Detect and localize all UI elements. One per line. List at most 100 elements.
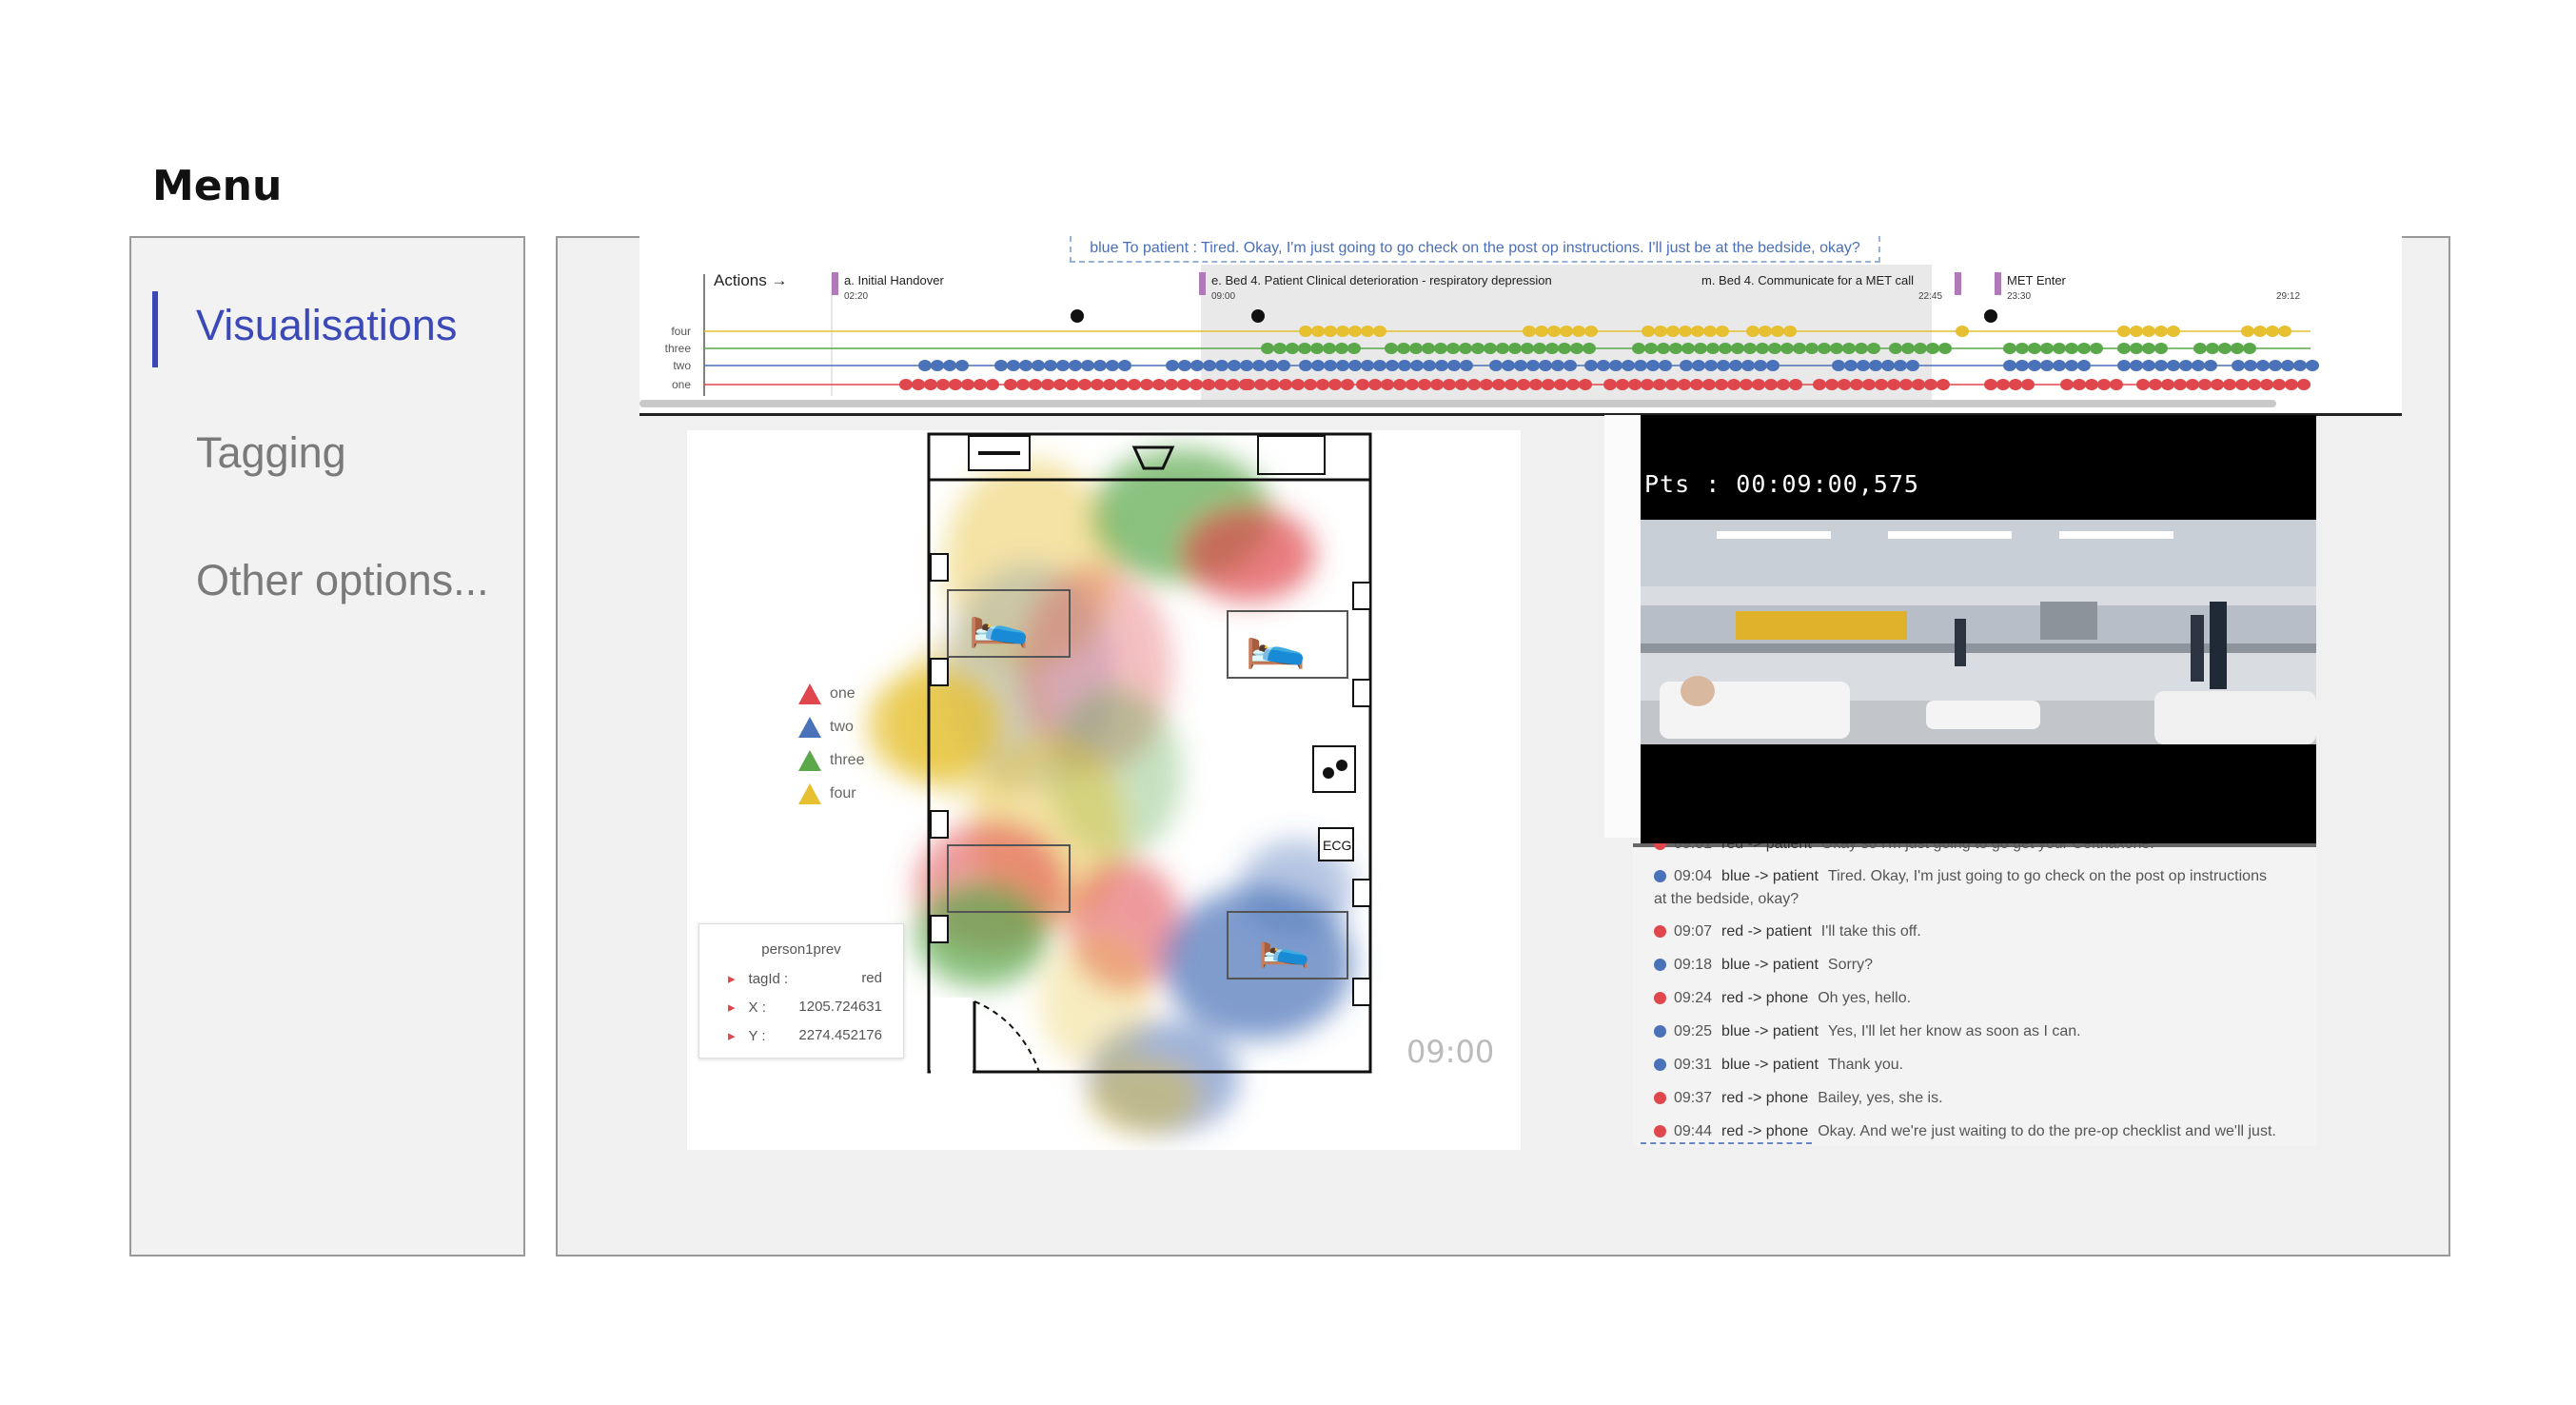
timeline-dot-three	[1706, 343, 1720, 354]
timeline-dot-one	[2073, 379, 2086, 390]
timeline-dot-three	[1570, 343, 1583, 354]
timeline-dot-one	[1517, 379, 1530, 390]
timeline-dot-one	[1752, 379, 1765, 390]
row-label-one: one	[672, 378, 691, 391]
timeline-dot-one	[1838, 379, 1851, 390]
timeline-dot-three	[1323, 343, 1336, 354]
timeline-dot-one	[2173, 379, 2187, 390]
nav-other-options[interactable]: Other options...	[196, 556, 489, 605]
timeline-dot-one	[1628, 379, 1642, 390]
timeline-dot-one	[1467, 379, 1481, 390]
timeline-dot-three	[1938, 343, 1952, 354]
timeline-dot-three	[1521, 343, 1534, 354]
timeline-dot-one	[949, 379, 962, 390]
conversation-log[interactable]: 09:01 red -> patient Okay so I'm just goin…	[1633, 843, 2316, 1146]
timeline-dot-two	[2256, 360, 2270, 371]
timeline-dot-one	[2211, 379, 2224, 390]
timeline-dot-three	[1347, 343, 1361, 354]
timeline-scrollbar[interactable]	[639, 400, 2276, 407]
speaker-dot	[1654, 870, 1666, 883]
timeline-dot-three	[2218, 343, 2232, 354]
timeline-dot-two	[1766, 360, 1780, 371]
timeline-dot-three	[2142, 343, 2155, 354]
timeline-dot-one	[1152, 379, 1166, 390]
timeline-dot-four	[2253, 326, 2267, 337]
event-time: 29:12	[2276, 291, 2300, 302]
timeline-dot-two	[1634, 360, 1647, 371]
event-marker	[832, 272, 838, 295]
log-row: 09:25 blue -> patient Yes, I'll let her kn…	[1654, 1023, 2081, 1040]
tooltip-key: Y :	[748, 1028, 766, 1044]
timeline-dot-four	[2117, 326, 2131, 337]
timeline-dot-one	[1912, 379, 1925, 390]
timeline-dot-two	[1386, 360, 1399, 371]
timeline-dot-two	[1489, 360, 1503, 371]
timeline-dot-one	[1850, 379, 1863, 390]
event-label: MET Enter	[2007, 273, 2067, 287]
speaker-dot	[1654, 1025, 1666, 1039]
timeline-dot-one	[1641, 379, 1654, 390]
speaker-dot	[1654, 959, 1666, 972]
timeline-dot-three	[1743, 343, 1757, 354]
timeline-dot-one	[1566, 379, 1580, 390]
timeline-dot-two	[2281, 360, 2294, 371]
timeline-dot-two	[2179, 360, 2193, 371]
timeline-dot-three	[2130, 343, 2143, 354]
timeline-dot-three	[1422, 343, 1435, 354]
timeline-dot-four	[1373, 326, 1386, 337]
timeline-dot-four	[2241, 326, 2254, 337]
speaker-dot	[1654, 843, 1666, 851]
timeline-dot-two	[1680, 360, 1693, 371]
timeline-dot-two	[1265, 360, 1278, 371]
nav-tagging[interactable]: Tagging	[196, 428, 346, 478]
timeline-dot-one	[1616, 379, 1629, 390]
patient-icon: 🛌	[1258, 922, 1310, 969]
timeline-panel[interactable]: four three two one Actions → a. Initial …	[639, 236, 2402, 415]
timeline-dot-one	[1430, 379, 1444, 390]
timeline-dot-two	[2117, 360, 2131, 371]
timeline-dot-three	[1545, 343, 1559, 354]
timeline-dot-one	[1190, 379, 1203, 390]
timeline-dot-one	[912, 379, 925, 390]
timeline-dot-four	[1703, 326, 1717, 337]
timeline-dot-three	[1867, 343, 1880, 354]
timeline-dot-one	[2161, 379, 2174, 390]
timeline-dot-two	[1069, 360, 1082, 371]
timeline-dot-two	[1539, 360, 1552, 371]
timeline-dot-one	[1702, 379, 1716, 390]
timeline-dot-three	[1434, 343, 1447, 354]
timeline-dot-three	[2040, 343, 2054, 354]
timeline-dot-two	[1336, 360, 1349, 371]
timeline-dot-three	[1533, 343, 1546, 354]
timeline-dot-three	[1818, 343, 1831, 354]
row-label-three: three	[665, 342, 692, 355]
timeline-dot-one	[1214, 379, 1228, 390]
timeline-caption: blue To patient : Tired. Okay, I'm just …	[1070, 236, 1880, 263]
timeline-dot-four	[2154, 326, 2168, 337]
timeline-dot-one	[1418, 379, 1431, 390]
nav-visualisations[interactable]: Visualisations	[196, 301, 457, 350]
timeline-dot-three	[1496, 343, 1509, 354]
timeline-dot-one	[1279, 379, 1292, 390]
timeline-dot-one	[1356, 379, 1369, 390]
speaker-dot	[1654, 1092, 1666, 1105]
legend-markers	[798, 683, 821, 804]
timeline-dot-three	[1901, 343, 1915, 354]
timeline-dot-three	[2117, 343, 2131, 354]
timeline-dot-two	[1729, 360, 1742, 371]
timeline-dot-three	[1335, 343, 1348, 354]
timeline-dot-one	[2297, 379, 2311, 390]
timeline-dot-three	[1471, 343, 1485, 354]
timeline-dot-two	[2077, 360, 2091, 371]
log-row: 09:18 blue -> patient Sorry?	[1654, 957, 1873, 974]
timeline-dot-three	[1558, 343, 1571, 354]
log-row: 09:44 red -> phone Okay. And we're just wa…	[1654, 1123, 2276, 1140]
timeline-dot-two	[2003, 360, 2016, 371]
log-row: 09:04 blue -> patient Tired. Okay, I'm jus…	[1654, 868, 2267, 885]
timeline-dot-four	[1654, 326, 1667, 337]
active-indicator	[152, 291, 158, 367]
timeline-dot-three	[1780, 343, 1794, 354]
tooltip-key: X :	[748, 999, 766, 1016]
timeline-dot-two	[1551, 360, 1564, 371]
timeline-dot-one	[1041, 379, 1054, 390]
